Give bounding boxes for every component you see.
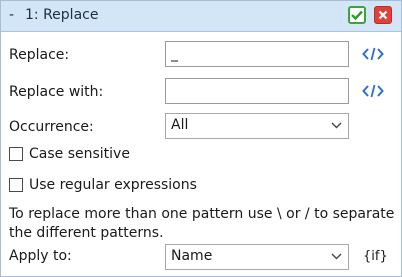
panel-title: 1: Replace [25, 7, 99, 23]
apply-to-select[interactable]: Name [165, 244, 349, 270]
close-button[interactable] [374, 6, 392, 24]
collapse-toggle[interactable]: - [9, 7, 14, 23]
apply-to-label: Apply to: [9, 248, 72, 264]
help-text: To replace more than one pattern use \ o… [9, 205, 399, 243]
regex-checkbox[interactable] [9, 178, 23, 192]
apply-to-value: Name [171, 248, 213, 264]
case-sensitive-label[interactable]: Case sensitive [29, 146, 130, 162]
code-icon[interactable] [362, 46, 384, 62]
chevron-down-icon [331, 253, 342, 260]
code-icon[interactable] [362, 83, 384, 99]
occurrence-value: All [171, 117, 189, 133]
replace-input[interactable] [165, 41, 349, 67]
occurrence-select[interactable]: All [165, 113, 349, 139]
replace-label: Replace: [9, 47, 70, 63]
occurrence-label: Occurrence: [9, 119, 94, 135]
help-line-1: To replace more than one pattern use \ o… [9, 206, 395, 222]
close-icon [378, 10, 388, 20]
replace-with-input[interactable] [165, 78, 349, 104]
confirm-button[interactable] [348, 6, 366, 24]
replace-with-label: Replace with: [9, 84, 104, 100]
help-line-2: the different patterns. [9, 225, 164, 241]
chevron-down-icon [331, 122, 342, 129]
replace-panel: - 1: Replace Replace: Replace with: Occu… [0, 0, 402, 277]
checkmark-icon [351, 10, 363, 20]
case-sensitive-checkbox[interactable] [9, 147, 23, 161]
condition-button[interactable]: {if} [363, 249, 388, 264]
regex-label[interactable]: Use regular expressions [29, 177, 197, 193]
panel-titlebar: - 1: Replace [1, 1, 401, 32]
